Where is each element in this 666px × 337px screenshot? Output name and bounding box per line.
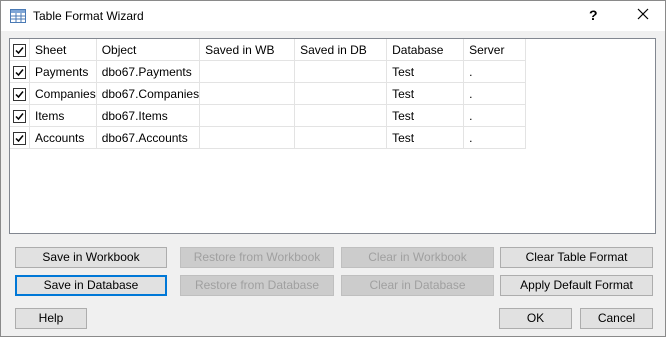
tables-grid: Sheet Object Saved in WB Saved in DB Dat… <box>10 39 527 149</box>
cell-database[interactable]: Test <box>386 104 465 127</box>
cell-object[interactable]: dbo67.Items <box>96 104 201 127</box>
cell-sheet[interactable]: Payments <box>29 60 97 83</box>
table-row[interactable]: Payments dbo67.Payments Test . <box>10 60 527 83</box>
select-all-checkbox[interactable] <box>13 43 26 57</box>
cell-database[interactable]: Test <box>386 82 465 105</box>
column-header-sheet[interactable]: Sheet <box>29 39 97 61</box>
save-in-database-button[interactable]: Save in Database <box>15 275 167 296</box>
column-header-database[interactable]: Database <box>386 39 465 61</box>
table-grid[interactable]: Sheet Object Saved in WB Saved in DB Dat… <box>9 38 656 234</box>
cell-database[interactable]: Test <box>386 60 465 83</box>
column-header-object[interactable]: Object <box>96 39 201 61</box>
cell-saved-in-db[interactable] <box>294 104 388 127</box>
cell-object[interactable]: dbo67.Payments <box>96 60 201 83</box>
table-icon <box>10 9 26 23</box>
table-row[interactable]: Items dbo67.Items Test . <box>10 104 527 127</box>
ok-button[interactable]: OK <box>499 308 572 329</box>
restore-from-database-button[interactable]: Restore from Database <box>180 275 334 296</box>
cell-saved-in-db[interactable] <box>294 82 388 105</box>
help-button[interactable]: Help <box>15 308 87 329</box>
cell-sheet[interactable]: Accounts <box>29 126 97 149</box>
clear-table-format-button[interactable]: Clear Table Format <box>500 247 653 268</box>
row-checkbox[interactable] <box>13 65 26 79</box>
restore-from-workbook-button[interactable]: Restore from Workbook <box>180 247 334 268</box>
row-checkbox[interactable] <box>13 87 26 101</box>
dialog-window: Table Format Wizard ? Sheet Object Saved… <box>0 0 666 337</box>
cell-saved-in-wb[interactable] <box>199 60 296 83</box>
column-header-saved-in-db[interactable]: Saved in DB <box>294 39 388 61</box>
window-title: Table Format Wizard <box>33 9 144 23</box>
cell-saved-in-db[interactable] <box>294 126 388 149</box>
cell-sheet[interactable]: Companies <box>29 82 97 105</box>
cell-saved-in-wb[interactable] <box>199 104 296 127</box>
table-row[interactable]: Companies dbo67.Companies Test . <box>10 82 527 105</box>
cell-saved-in-wb[interactable] <box>199 82 296 105</box>
cell-object[interactable]: dbo67.Companies <box>96 82 201 105</box>
cell-sheet[interactable]: Items <box>29 104 97 127</box>
cell-server[interactable]: . <box>463 82 527 105</box>
cell-server[interactable]: . <box>463 104 527 127</box>
row-checkbox[interactable] <box>13 109 26 123</box>
grid-header-row: Sheet Object Saved in WB Saved in DB Dat… <box>10 39 527 61</box>
save-in-workbook-button[interactable]: Save in Workbook <box>15 247 167 268</box>
cell-object[interactable]: dbo67.Accounts <box>96 126 201 149</box>
help-question-icon[interactable]: ? <box>589 7 598 23</box>
cell-database[interactable]: Test <box>386 126 465 149</box>
cell-server[interactable]: . <box>463 126 527 149</box>
column-header-saved-in-wb[interactable]: Saved in WB <box>199 39 296 61</box>
column-header-server[interactable]: Server <box>463 39 527 61</box>
close-icon[interactable] <box>633 4 653 24</box>
cell-server[interactable]: . <box>463 60 527 83</box>
cell-saved-in-db[interactable] <box>294 60 388 83</box>
clear-in-database-button[interactable]: Clear in Database <box>341 275 494 296</box>
header-checkbox-cell[interactable] <box>10 39 30 61</box>
row-checkbox[interactable] <box>13 131 26 145</box>
cancel-button[interactable]: Cancel <box>580 308 653 329</box>
clear-in-workbook-button[interactable]: Clear in Workbook <box>341 247 494 268</box>
cell-saved-in-wb[interactable] <box>199 126 296 149</box>
title-bar: Table Format Wizard ? <box>1 1 665 31</box>
table-row[interactable]: Accounts dbo67.Accounts Test . <box>10 126 527 149</box>
apply-default-format-button[interactable]: Apply Default Format <box>500 275 653 296</box>
